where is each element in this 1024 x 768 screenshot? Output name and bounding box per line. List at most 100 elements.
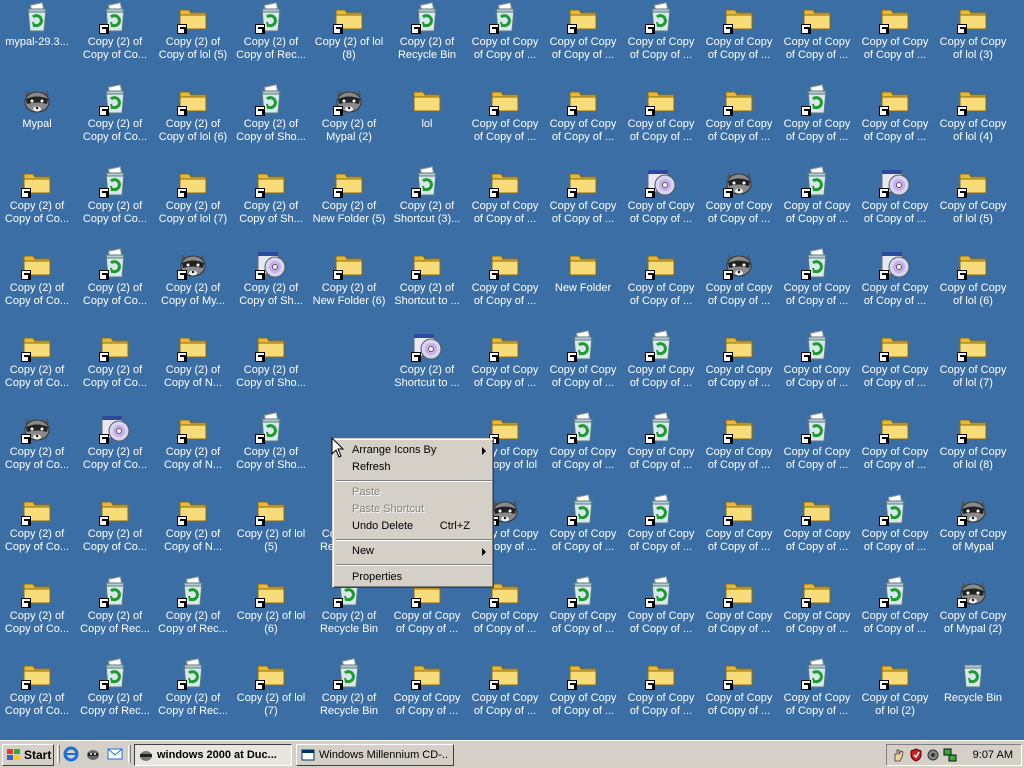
network-icon[interactable] <box>943 748 957 762</box>
desktop-icon[interactable]: Copy (2) of New Folder (6) <box>312 246 386 322</box>
desktop-icon[interactable]: Copy of Copy of lol (4) <box>936 82 1010 158</box>
desktop-icon[interactable]: Copy (2) of Copy of Co... <box>0 656 74 732</box>
shield-icon[interactable] <box>909 748 923 762</box>
toolbar-grip[interactable] <box>57 745 60 763</box>
desktop-icon[interactable]: Copy of Copy of Copy of ... <box>702 164 776 240</box>
desktop-icon[interactable]: mypal-29.3... <box>0 0 74 76</box>
desktop-icon[interactable]: Copy (2) of Copy of Co... <box>0 164 74 240</box>
hand-icon[interactable] <box>892 748 906 762</box>
desktop-icon[interactable]: Copy of Copy of Copy of ... <box>780 0 854 76</box>
desktop-icon[interactable]: Copy of Copy of Copy of ... <box>624 82 698 158</box>
menu-item-properties[interactable]: Properties <box>336 569 492 586</box>
desktop-icon[interactable]: Copy of Copy of Copy of ... <box>624 246 698 322</box>
desktop-icon[interactable]: Copy of Copy of Copy of ... <box>546 492 620 568</box>
outlook-express-icon[interactable] <box>107 746 123 762</box>
desktop[interactable]: mypal-29.3... Copy (2) of Copy of Co... Co… <box>0 0 1024 740</box>
menu-item-new[interactable]: New <box>336 543 492 560</box>
desktop-icon[interactable]: Copy (2) of Copy of Co... <box>78 246 152 322</box>
desktop-icon[interactable]: Copy (2) of Copy of Co... <box>0 574 74 650</box>
desktop-icon[interactable]: Copy (2) of Copy of Sh... <box>234 246 308 322</box>
desktop-icon[interactable]: Copy of Copy of Copy of ... <box>858 82 932 158</box>
desktop-icon[interactable]: Copy of Copy of Copy of ... <box>858 574 932 650</box>
desktop-icon[interactable]: Copy (2) of Copy of lol (5) <box>156 0 230 76</box>
desktop-icon[interactable]: Copy of Copy of Copy of ... <box>468 82 542 158</box>
desktop-icon[interactable]: Copy of Copy of Copy of ... <box>624 328 698 404</box>
desktop-icon[interactable]: Mypal <box>0 82 74 158</box>
desktop-icon[interactable]: Copy of Copy of Copy of ... <box>702 410 776 486</box>
desktop-icon[interactable]: Copy (2) of Copy of Co... <box>0 410 74 486</box>
desktop-icon[interactable]: Copy (2) of lol (8) <box>312 0 386 76</box>
desktop-icon[interactable]: Copy of Copy of Copy of ... <box>546 0 620 76</box>
desktop-icon[interactable]: Copy of Copy of Mypal (2) <box>936 574 1010 650</box>
clock[interactable]: 9:07 AM <box>973 749 1013 761</box>
desktop-icon[interactable]: Copy (2) of Copy of Co... <box>0 492 74 568</box>
mypal-icon[interactable] <box>85 746 101 762</box>
taskbar-button[interactable]: Windows Millennium CD-... <box>296 744 454 766</box>
desktop-icon[interactable]: Copy of Copy of Copy of ... <box>858 328 932 404</box>
desktop-icon[interactable]: Copy (2) of Copy of N... <box>156 410 230 486</box>
desktop-icon[interactable]: Copy (2) of Copy of Rec... <box>78 574 152 650</box>
desktop-icon[interactable]: Copy of Copy of Copy of ... <box>546 164 620 240</box>
desktop-icon[interactable]: Copy (2) of Recycle Bin (8) <box>390 0 464 76</box>
desktop-icon[interactable]: Copy (2) of Copy of Co... <box>78 0 152 76</box>
desktop-icon[interactable]: Copy of Copy of Copy of ... <box>780 328 854 404</box>
desktop-icon[interactable]: Copy of Copy of Copy of ... <box>546 410 620 486</box>
menu-item-undo-delete[interactable]: Undo Delete Ctrl+Z <box>336 518 492 535</box>
desktop-icon[interactable]: Copy (2) of New Folder (5) <box>312 164 386 240</box>
desktop-icon[interactable]: Copy of Copy of Copy of ... <box>546 574 620 650</box>
desktop-icon[interactable]: New Folder <box>546 246 620 322</box>
desktop-icon[interactable]: Copy of Copy of lol (7) <box>936 328 1010 404</box>
desktop-icon[interactable]: Copy (2) of lol (6) <box>234 574 308 650</box>
desktop-icon[interactable]: Copy of Copy of Copy of ... <box>624 0 698 76</box>
desktop-icon[interactable]: Copy of Copy of lol (5) <box>936 164 1010 240</box>
desktop-icon[interactable]: Copy of Copy of Copy of ... <box>624 164 698 240</box>
desktop-icon[interactable]: Copy of Copy of Copy of ... <box>702 246 776 322</box>
desktop-icon[interactable]: Copy of Copy of Copy of ... <box>468 164 542 240</box>
desktop-icon[interactable]: Copy of Copy of lol (6) <box>936 246 1010 322</box>
desktop-icon[interactable]: Copy of Copy of Copy of ... <box>780 410 854 486</box>
desktop-icon[interactable]: Copy of Copy of Copy of ... <box>546 656 620 732</box>
desktop-icon[interactable]: Copy of Copy of Copy of ... <box>858 492 932 568</box>
desktop-icon[interactable]: Copy of Copy of Copy of ... <box>780 246 854 322</box>
desktop-icon[interactable]: Copy of Copy of Copy of ... <box>858 410 932 486</box>
desktop-icon[interactable]: Copy of Copy of Copy of ... <box>702 656 776 732</box>
toolbar-grip[interactable] <box>128 745 131 763</box>
desktop-icon[interactable]: Recycle Bin <box>936 656 1010 732</box>
desktop-icon[interactable]: Copy (2) of Copy of lol (6) <box>156 82 230 158</box>
desktop-icon[interactable]: Copy of Copy of Copy of ... <box>702 0 776 76</box>
desktop-icon[interactable]: Copy of Copy of lol (8) <box>936 410 1010 486</box>
desktop-icon[interactable]: Copy of Copy of Copy of ... <box>858 164 932 240</box>
desktop-icon[interactable]: Copy (2) of Copy of Rec... <box>78 656 152 732</box>
desktop-icon[interactable]: Copy of Copy of Copy of ... <box>780 656 854 732</box>
desktop-icon[interactable]: Copy (2) of Mypal (2) <box>312 82 386 158</box>
desktop-icon[interactable]: Copy (2) of Recycle Bin (7) <box>312 656 386 732</box>
desktop-icon[interactable]: Copy of Copy of Copy of ... <box>624 574 698 650</box>
start-button[interactable]: Start <box>2 744 54 766</box>
desktop-icon[interactable]: Copy of Copy of lol (2) <box>858 656 932 732</box>
desktop-icon[interactable]: Copy (2) of Copy of Co... <box>78 492 152 568</box>
desktop-icon[interactable]: Copy (2) of Copy of Co... <box>0 328 74 404</box>
desktop-icon[interactable]: Copy of Copy of Copy of ... <box>702 574 776 650</box>
ie-icon[interactable] <box>63 746 79 762</box>
desktop-icon[interactable]: Copy (2) of Copy of lol (7) <box>156 164 230 240</box>
desktop-icon[interactable]: Copy (2) of Copy of Sho... <box>234 328 308 404</box>
menu-item-arrange-icons-by[interactable]: Arrange Icons By <box>336 442 492 459</box>
speaker-icon[interactable] <box>926 748 940 762</box>
desktop-icon[interactable]: Copy (2) of Copy of Sh... <box>234 164 308 240</box>
desktop-icon[interactable]: Copy (2) of Copy of Co... <box>0 246 74 322</box>
desktop-icon[interactable]: Copy of Copy of Copy of ... <box>780 492 854 568</box>
desktop-icon[interactable]: Copy of Copy of Copy of ... <box>858 0 932 76</box>
desktop-icon[interactable]: Copy of Copy of Copy of ... <box>858 246 932 322</box>
desktop-icon[interactable]: Copy of Copy of Copy of ... <box>468 656 542 732</box>
desktop-icon[interactable]: Copy of Copy of Copy of ... <box>702 492 776 568</box>
desktop-icon[interactable]: Copy of Copy of Copy of ... <box>468 328 542 404</box>
menu-item-refresh[interactable]: Refresh <box>336 459 492 476</box>
desktop-icon[interactable]: Copy of Copy of Copy of ... <box>780 82 854 158</box>
desktop-icon[interactable]: Copy of Copy of Copy of ... <box>390 656 464 732</box>
desktop-icon[interactable]: Copy of Copy of Copy of ... <box>546 82 620 158</box>
desktop-icon[interactable]: Copy (2) of Copy of Sho... <box>234 410 308 486</box>
desktop-icon[interactable]: Copy (2) of lol (7) <box>234 656 308 732</box>
desktop-icon[interactable]: Copy (2) of lol (5) <box>234 492 308 568</box>
desktop-icon[interactable]: Copy of Copy of Copy of ... <box>624 410 698 486</box>
desktop-icon[interactable]: Copy of Copy of Copy of ... <box>468 0 542 76</box>
